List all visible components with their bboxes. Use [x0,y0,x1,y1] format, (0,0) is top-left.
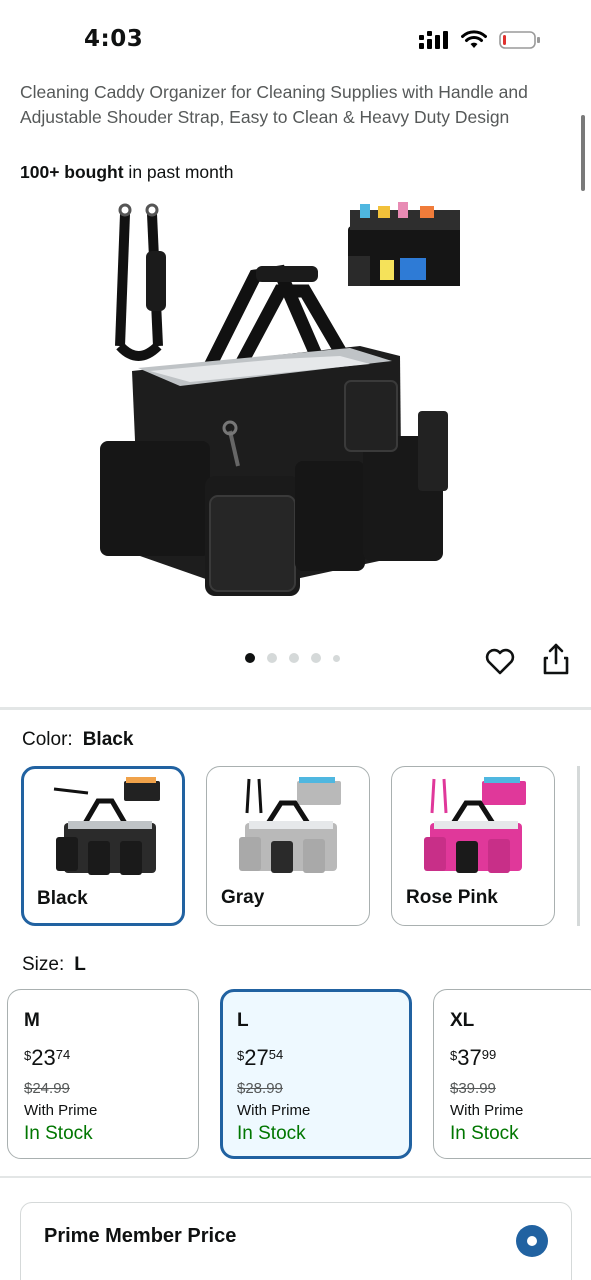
bought-info: 100+ bought in past month [20,162,233,183]
color-option-name: Rose Pink [406,887,498,908]
size-name: M [24,1010,40,1031]
size-label: Size: [22,954,65,975]
list-price: $28.99 [237,1080,283,1097]
carousel-dot[interactable] [333,654,340,662]
prime-note: With Prime [24,1102,98,1119]
carousel-dot[interactable] [311,653,321,663]
size-price: $23 74 [24,1045,198,1071]
prime-member-price-title: Prime Member Price [44,1225,237,1247]
color-label-row: Color: Black [22,729,133,751]
size-label-row: Size: L [22,954,86,976]
section-divider [0,1176,591,1178]
bought-period: in past month [123,162,234,182]
signal-icon [419,31,448,49]
prime-note: With Prime [450,1102,524,1119]
status-bar: 4:03 [0,0,591,80]
prime-note: With Prime [237,1102,311,1119]
prime-member-price-option[interactable]: Prime Member Price [20,1202,572,1280]
size-option-m[interactable]: M $23 74 $24.99 With Prime In Stock [7,989,199,1159]
scroll-indicator[interactable] [581,115,585,191]
list-price: $39.99 [450,1080,496,1097]
strap-illustration [115,203,166,361]
color-option-rose-pink[interactable]: Rose Pink [391,766,555,926]
color-option-name: Gray [221,887,265,908]
stock-status: In Stock [450,1123,519,1144]
size-selected-value: L [74,954,86,975]
size-name: L [237,1010,249,1031]
size-price: $27 54 [237,1045,409,1071]
size-price: $37 99 [450,1045,591,1071]
currency-symbol: $ [237,1048,245,1063]
price-whole: 37 [457,1045,482,1070]
color-option-gray[interactable]: Gray [206,766,370,926]
carousel-dot[interactable] [245,653,255,663]
list-price: $24.99 [24,1080,70,1097]
bought-count: 100+ bought [20,162,124,182]
stock-status: In Stock [24,1123,93,1144]
radio-selected-icon[interactable] [516,1225,548,1257]
black-caddy-thumbnail [53,777,160,875]
status-icons [419,30,541,50]
color-label: Color: [22,729,73,750]
price-whole: 23 [31,1045,56,1070]
price-fraction: 74 [55,1047,71,1062]
currency-symbol: $ [24,1048,32,1063]
inset-caddy-illustration [348,202,460,286]
wifi-icon [461,30,487,48]
battery-icon [499,31,540,49]
size-name: XL [450,1010,475,1031]
product-image[interactable] [80,196,460,616]
share-icon[interactable] [540,642,572,676]
heart-icon[interactable] [484,645,516,677]
price-whole: 27 [244,1045,269,1070]
product-title: Cleaning Caddy Organizer for Cleaning Su… [20,82,528,127]
currency-symbol: $ [450,1048,458,1063]
rose-pink-caddy-thumbnail [424,777,526,873]
carousel-dots[interactable] [245,653,340,663]
price-fraction: 99 [481,1047,497,1062]
carousel-dot[interactable] [267,653,277,663]
price-fraction: 54 [268,1047,284,1062]
carousel-dot[interactable] [289,653,299,663]
status-time: 4:03 [84,26,144,52]
color-option-name: Black [37,888,88,909]
gray-caddy-thumbnail [239,777,341,873]
stock-status: In Stock [237,1123,306,1144]
color-option-overflow-edge [577,766,580,926]
section-divider [0,707,591,710]
color-selected-value: Black [82,729,134,750]
size-option-l[interactable]: L $27 54 $28.99 With Prime In Stock [220,989,412,1159]
color-option-black[interactable]: Black [21,766,185,926]
size-option-xl[interactable]: XL $37 99 $39.99 With Prime In Stock [433,989,591,1159]
